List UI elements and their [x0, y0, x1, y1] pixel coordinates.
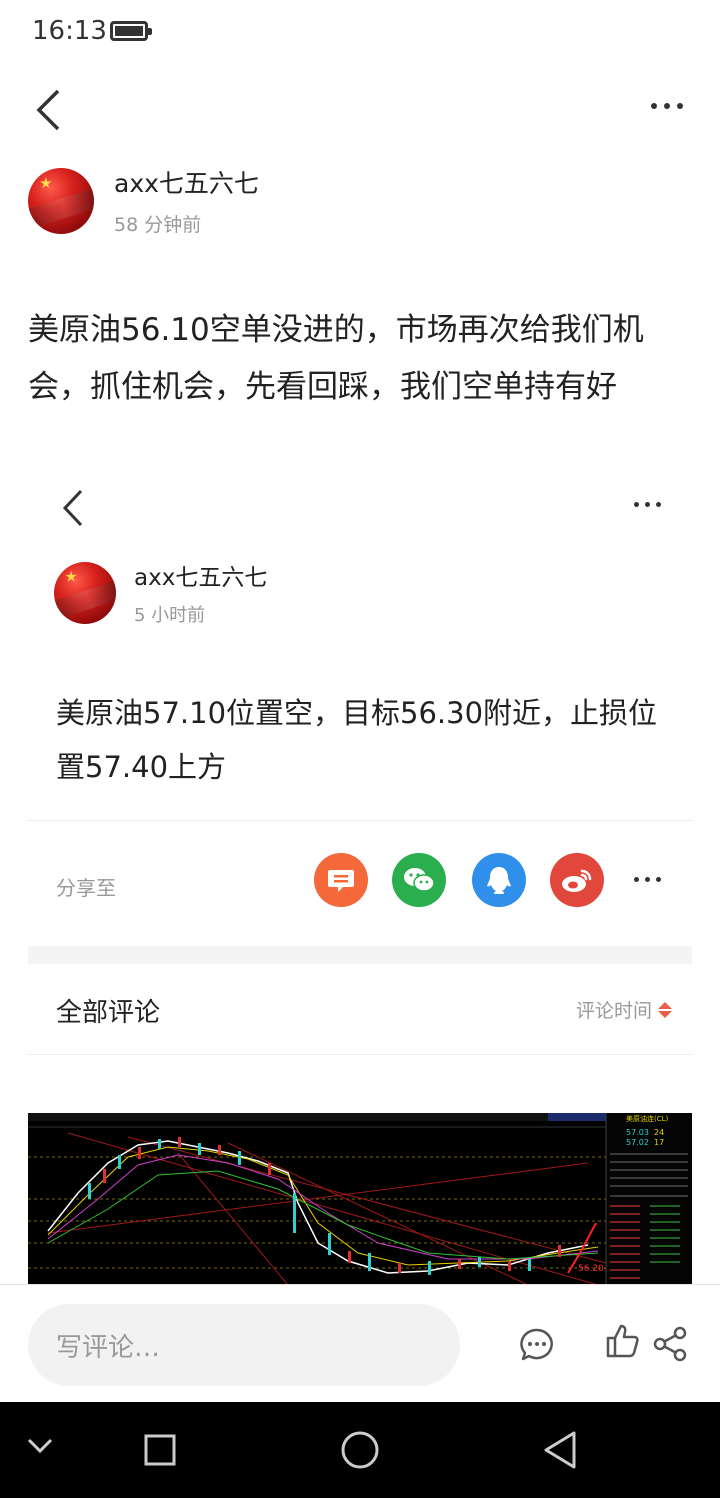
dot	[645, 502, 650, 507]
quoted-post-timestamp: 5 小时前	[134, 605, 206, 626]
dot	[664, 103, 670, 109]
dot	[645, 877, 650, 882]
share-button[interactable]	[652, 1326, 688, 1366]
comment-button[interactable]	[518, 1326, 556, 1368]
wechat-icon	[404, 868, 435, 892]
quoted-author-name: axx七五六七	[134, 565, 268, 591]
comment-icon	[520, 1328, 553, 1361]
more-options-button[interactable]	[651, 103, 683, 109]
chart-ask-size: 24	[654, 1128, 664, 1137]
sort-arrows-icon	[658, 1001, 672, 1018]
share-icon	[653, 1326, 687, 1362]
dot	[634, 502, 639, 507]
chevron-down-icon	[27, 1438, 53, 1454]
chevron-left-icon	[62, 489, 83, 527]
section-separator	[28, 946, 692, 964]
chart-bid-price: 57.02	[626, 1138, 649, 1147]
chart-instrument-title: 美原油连(CL)	[626, 1114, 669, 1123]
sort-label: 评论时间	[575, 1000, 652, 1022]
chart-ask-price: 57.03	[626, 1128, 649, 1137]
nav-home-button[interactable]	[340, 1430, 380, 1474]
sort-by-time-button[interactable]: 评论时间	[576, 996, 672, 1023]
qq-share-button[interactable]	[472, 853, 526, 907]
wechat-share-button[interactable]	[392, 853, 446, 907]
dot	[677, 103, 683, 109]
post-timestamp: 58 分钟前	[114, 214, 202, 236]
comment-input[interactable]: 写评论…	[28, 1304, 460, 1386]
share-more-button[interactable]	[634, 877, 661, 882]
circle-icon	[341, 1431, 379, 1469]
quoted-more-button	[634, 502, 661, 507]
quoted-post-content: 美原油57.10位置空，目标56.30附近，止损位置57.40上方	[56, 696, 658, 784]
thumbs-up-icon	[606, 1324, 639, 1358]
quoted-back-button	[60, 488, 86, 532]
nav-recents-button[interactable]	[144, 1434, 176, 1470]
divider	[28, 1054, 692, 1055]
qq-icon	[487, 867, 511, 894]
share-label: 分享至	[56, 876, 116, 900]
post-content: 美原油56.10空单没进的，市场再次给我们机会，抓住机会，先看回踩，我们空单持有…	[28, 312, 644, 405]
dot	[651, 103, 657, 109]
candlestick-chart-picture: 56.20-30 美原油连(CL) 57.03 24 57.02 17	[28, 1113, 692, 1285]
chevron-left-icon	[36, 89, 60, 131]
comments-title: 全部评论	[56, 998, 161, 1028]
chart-image[interactable]: 56.20-30 美原油连(CL) 57.03 24 57.02 17	[28, 1113, 692, 1285]
quoted-avatar	[54, 562, 116, 624]
dot	[656, 877, 661, 882]
avatar[interactable]	[28, 168, 94, 234]
dot	[634, 877, 639, 882]
battery-icon	[110, 21, 152, 41]
dot	[656, 502, 661, 507]
triangle-back-icon	[544, 1431, 576, 1469]
status-time: 16:13	[32, 16, 107, 46]
nav-back-button[interactable]	[542, 1430, 578, 1474]
weibo-icon	[562, 869, 592, 892]
author-name[interactable]: axx七五六七	[114, 164, 259, 200]
square-icon	[144, 1434, 176, 1466]
message-icon	[328, 870, 354, 892]
like-button[interactable]	[604, 1322, 642, 1364]
chart-bid-size: 17	[654, 1138, 664, 1147]
nav-hide-button[interactable]	[26, 1436, 54, 1460]
comment-input-placeholder: 写评论…	[56, 1332, 161, 1363]
weibo-share-button[interactable]	[550, 853, 604, 907]
status-bar: 16:13	[0, 0, 720, 64]
divider	[28, 820, 692, 821]
back-button[interactable]	[34, 88, 64, 136]
message-share-button[interactable]	[314, 853, 368, 907]
